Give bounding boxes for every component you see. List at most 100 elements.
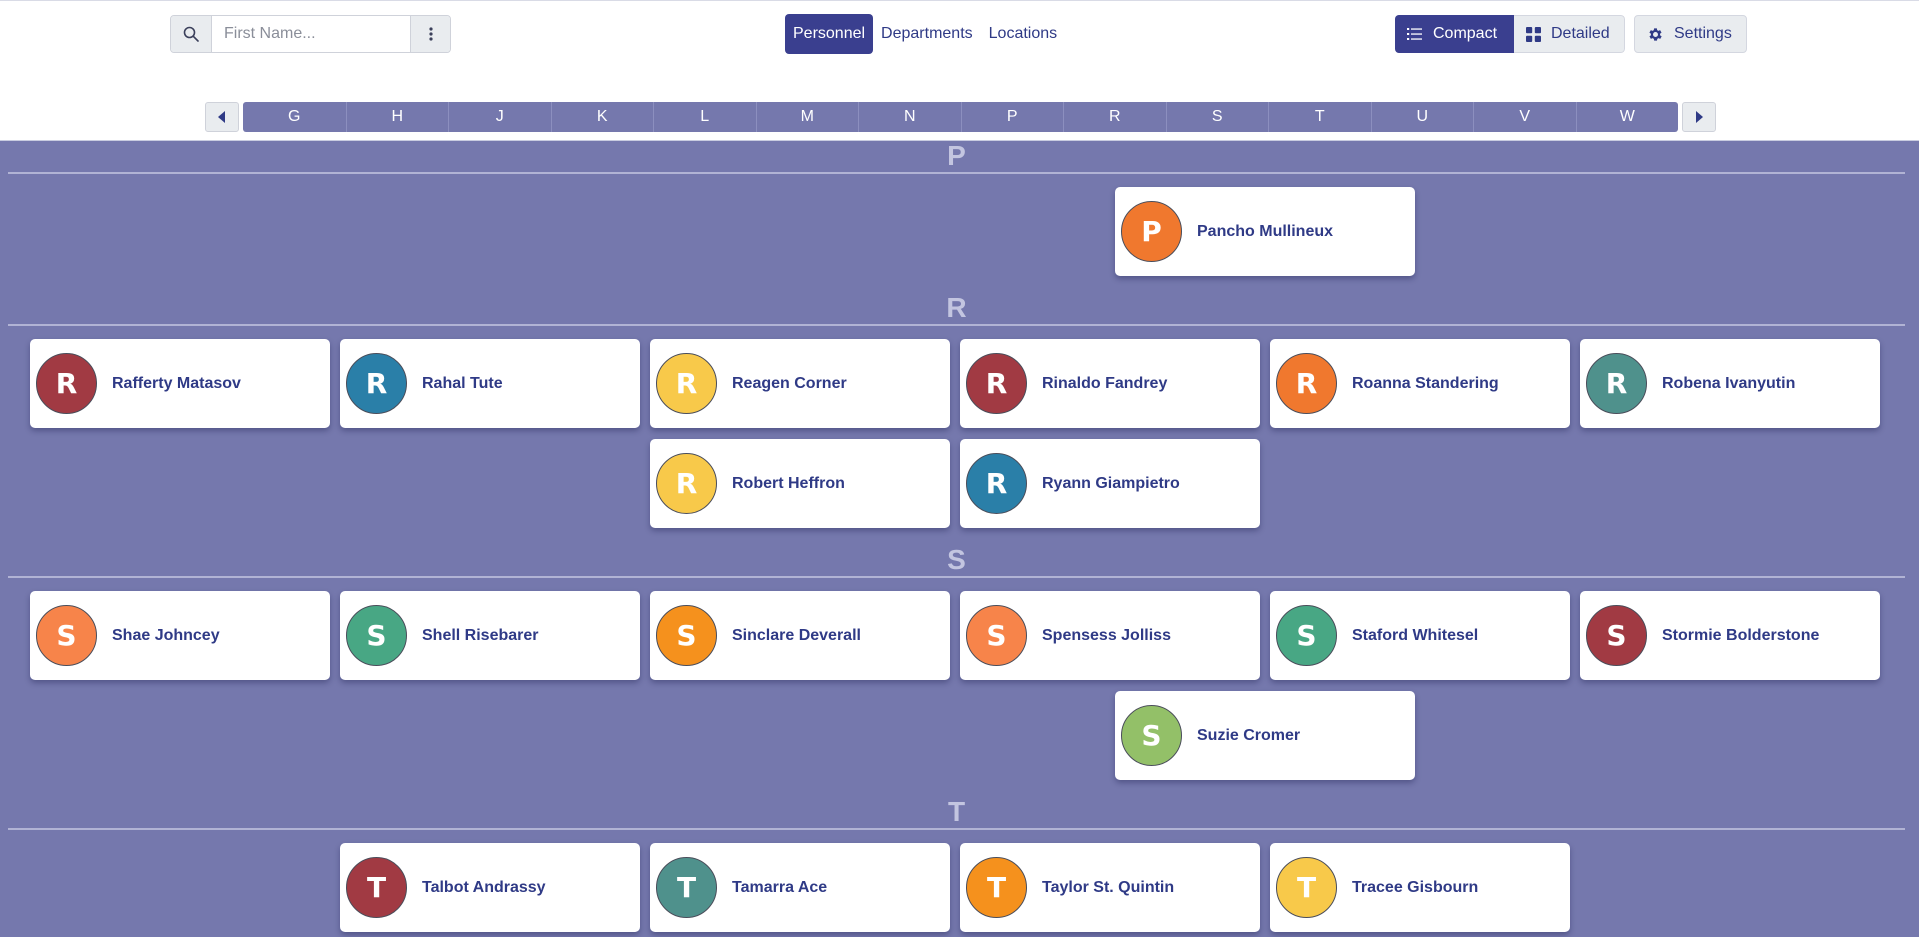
person-card[interactable]: R Roanna Standering (1270, 339, 1570, 428)
group-divider (8, 172, 1905, 174)
caret-left-icon (218, 111, 225, 123)
person-card[interactable]: S Sinclare Deverall (650, 591, 950, 680)
person-name: Robena Ivanyutin (1662, 374, 1796, 392)
person-card[interactable]: S Stormie Bolderstone (1580, 591, 1880, 680)
person-name: Rafferty Matasov (112, 374, 241, 392)
avatar: T (1276, 857, 1337, 918)
person-card[interactable]: R Reagen Corner (650, 339, 950, 428)
person-name: Rinaldo Fandrey (1042, 374, 1168, 392)
person-card[interactable]: S Staford Whitesel (1270, 591, 1570, 680)
avatar: S (1121, 705, 1182, 766)
person-name: Staford Whitesel (1352, 626, 1479, 644)
letters-next-button[interactable] (1682, 102, 1716, 132)
avatar: T (966, 857, 1027, 918)
person-card[interactable]: R Rahal Tute (340, 339, 640, 428)
settings-button[interactable]: Settings (1634, 15, 1747, 53)
avatar: S (1586, 605, 1647, 666)
avatar: R (1586, 353, 1647, 414)
person-name: Taylor St. Quintin (1042, 878, 1175, 896)
letter-m[interactable]: M (755, 102, 859, 132)
person-card[interactable]: R Robert Heffron (650, 439, 950, 528)
person-card[interactable]: R Ryann Giampietro (960, 439, 1260, 528)
compact-label: Compact (1433, 25, 1498, 42)
person-name: Robert Heffron (732, 474, 845, 492)
main-nav: Personnel Departments Locations (785, 14, 1065, 54)
first-name-search-input[interactable] (212, 16, 410, 52)
person-name: Suzie Cromer (1197, 726, 1301, 744)
group-divider (8, 828, 1905, 830)
letter-n[interactable]: N (858, 102, 961, 132)
person-card[interactable]: R Rafferty Matasov (30, 339, 330, 428)
letter-u[interactable]: U (1370, 102, 1474, 132)
letter-k[interactable]: K (550, 102, 654, 132)
search-button[interactable] (171, 16, 212, 52)
nav-personnel[interactable]: Personnel (785, 14, 874, 54)
gear-icon (1649, 27, 1662, 41)
person-name: Spensess Jolliss (1042, 626, 1171, 644)
letter-l[interactable]: L (653, 102, 756, 132)
person-name: Rahal Tute (422, 374, 503, 392)
person-name: Sinclare Deverall (732, 626, 861, 644)
letter-r[interactable]: R (1063, 102, 1166, 132)
avatar: R (346, 353, 407, 414)
person-card[interactable]: S Suzie Cromer (1115, 691, 1415, 780)
detailed-view-button[interactable]: Detailed (1514, 15, 1625, 53)
settings-label: Settings (1674, 25, 1732, 42)
nav-locations[interactable]: Locations (981, 14, 1066, 54)
avatar: S (966, 605, 1027, 666)
group-heading-t: T (947, 796, 966, 827)
person-card[interactable]: S Shell Risebarer (340, 591, 640, 680)
caret-right-icon (1696, 111, 1703, 123)
person-name: Roanna Standering (1352, 374, 1499, 392)
avatar: R (966, 453, 1027, 514)
search-icon (183, 26, 199, 42)
avatar: S (36, 605, 97, 666)
person-name: Shae Johncey (112, 626, 220, 644)
nav-departments[interactable]: Departments (873, 14, 981, 54)
letter-p[interactable]: P (960, 102, 1064, 132)
group-heading-p: P (947, 140, 966, 171)
list-icon (1407, 28, 1422, 40)
avatar: R (656, 353, 717, 414)
avatar: S (346, 605, 407, 666)
person-name: Pancho Mullineux (1197, 222, 1334, 240)
person-card[interactable]: T Taylor St. Quintin (960, 843, 1260, 932)
avatar: P (1121, 201, 1182, 262)
letter-w[interactable]: W (1575, 102, 1679, 132)
person-name: Reagen Corner (732, 374, 847, 392)
letter-s[interactable]: S (1165, 102, 1269, 132)
avatar: T (656, 857, 717, 918)
person-name: Stormie Bolderstone (1662, 626, 1820, 644)
alphabet-index: GHJKLMNPRSTUVW (205, 102, 1716, 132)
detailed-label: Detailed (1551, 25, 1610, 42)
person-name: Ryann Giampietro (1042, 474, 1180, 492)
person-card[interactable]: T Tamarra Ace (650, 843, 950, 932)
person-name: Tracee Gisbourn (1352, 878, 1479, 896)
person-card[interactable]: S Shae Johncey (30, 591, 330, 680)
letters-prev-button[interactable] (205, 102, 239, 132)
person-card[interactable]: R Rinaldo Fandrey (960, 339, 1260, 428)
vertical-ellipsis-icon (428, 27, 433, 41)
avatar: T (346, 857, 407, 918)
person-card[interactable]: P Pancho Mullineux (1115, 187, 1415, 276)
avatar: S (1276, 605, 1337, 666)
group-heading-r: R (946, 292, 967, 323)
top-header: Personnel Departments Locations Compact … (0, 0, 1919, 141)
search-options-button[interactable] (410, 16, 450, 52)
person-card[interactable]: T Talbot Andrassy (340, 843, 640, 932)
letter-j[interactable]: J (448, 102, 551, 132)
compact-view-button[interactable]: Compact (1395, 15, 1514, 53)
letter-list: GHJKLMNPRSTUVW (243, 102, 1678, 132)
letter-g[interactable]: G (243, 102, 346, 132)
letter-h[interactable]: H (345, 102, 449, 132)
letter-t[interactable]: T (1268, 102, 1371, 132)
person-card[interactable]: T Tracee Gisbourn (1270, 843, 1570, 932)
search-group (170, 15, 451, 53)
letter-v[interactable]: V (1473, 102, 1576, 132)
avatar: R (1276, 353, 1337, 414)
group-heading-s: S (947, 544, 966, 575)
grid-icon (1526, 26, 1541, 42)
person-card[interactable]: S Spensess Jolliss (960, 591, 1260, 680)
avatar: R (36, 353, 97, 414)
person-card[interactable]: R Robena Ivanyutin (1580, 339, 1880, 428)
